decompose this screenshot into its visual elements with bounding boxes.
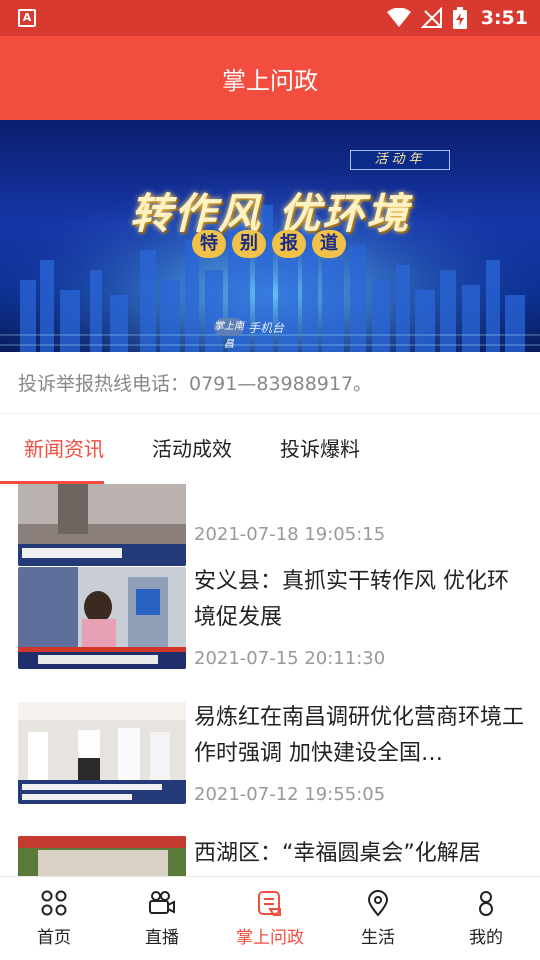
news-date: 2021-07-12 19:55:05 [194, 784, 386, 805]
news-item[interactable]: 西湖区：“幸福圆桌会”化解居 [0, 834, 540, 876]
grid-icon [41, 890, 67, 916]
nav-label: 我的 [469, 928, 503, 948]
person-icon [479, 891, 493, 916]
hotline-text: 投诉举报热线电话：0791—83988917。 [0, 352, 540, 414]
title-bar: 掌上问政 [0, 36, 540, 120]
news-item[interactable]: 安义县：真抓实干转作风 优化环境促发展 2021-07-15 20:11:30 [0, 564, 540, 698]
news-item[interactable]: 2021-07-18 19:05:15 [0, 484, 540, 566]
news-thumbnail [18, 702, 186, 804]
nav-inquiry[interactable]: 掌上问政 [216, 877, 324, 960]
nav-mine[interactable]: 我的 [432, 877, 540, 960]
news-title: 安义县：真抓实干转作风 优化环境促发展 [194, 569, 509, 630]
nav-live[interactable]: 直播 [108, 877, 216, 960]
nav-label: 掌上问政 [236, 928, 304, 948]
tab-news[interactable]: 新闻资讯 [0, 414, 128, 484]
clock: 3:51 [480, 7, 528, 29]
bottom-nav: 首页 直播 掌上问政 生活 我的 [0, 876, 540, 960]
banner-subtitle: 特 别 报 道 [192, 230, 346, 258]
banner-image[interactable]: 活动年 转作风 优环境 特 别 报 道 掌上南昌 手机台 [0, 120, 540, 352]
news-thumbnail [18, 484, 186, 566]
video-camera-icon [149, 891, 175, 914]
location-pin-icon [367, 890, 389, 917]
news-title: 易炼红在南昌调研优化营商环境工作时强调 加快建设全国… [194, 705, 524, 766]
tab-complaints[interactable]: 投诉爆料 [256, 414, 384, 484]
page-title: 掌上问政 [222, 66, 318, 95]
nav-label: 生活 [361, 928, 395, 948]
nav-home[interactable]: 首页 [0, 877, 108, 960]
tab-results[interactable]: 活动成效 [128, 414, 256, 484]
news-thumbnail [18, 836, 186, 876]
news-item[interactable]: 易炼红在南昌调研优化营商环境工作时强调 加快建设全国… 2021-07-12 1… [0, 698, 540, 832]
message-doc-icon [258, 891, 281, 916]
news-list[interactable]: 2021-07-18 19:05:15 安义县：真抓实干转作风 优化环境促发展 … [0, 484, 540, 876]
nav-life[interactable]: 生活 [324, 877, 432, 960]
app-notification-icon: A [18, 9, 36, 27]
news-date: 2021-07-15 20:11:30 [194, 648, 386, 669]
nav-label: 直播 [145, 928, 179, 948]
banner-subtitle-char: 别 [232, 230, 266, 258]
banner-logo: 掌上南昌 手机台 [214, 318, 285, 350]
news-thumbnail [18, 567, 186, 669]
nav-label: 首页 [37, 928, 71, 948]
system-icons: 3:51 [386, 0, 528, 36]
no-signal-icon [420, 7, 442, 28]
banner-subtitle-char: 特 [192, 230, 226, 258]
news-title: 西湖区：“幸福圆桌会”化解居 [194, 841, 481, 866]
status-bar: A 3:51 [0, 0, 540, 36]
banner-subtitle-char: 道 [312, 230, 346, 258]
logo-text: 手机台 [248, 320, 285, 335]
news-date: 2021-07-18 19:05:15 [194, 524, 386, 545]
banner-subtitle-char: 报 [272, 230, 306, 258]
battery-charging-icon [452, 7, 467, 29]
wifi-icon [386, 8, 411, 27]
banner-badge: 活动年 [350, 150, 450, 170]
category-tabs: 新闻资讯 活动成效 投诉爆料 [0, 414, 540, 484]
logo-mark: 掌上南昌 [214, 318, 244, 350]
